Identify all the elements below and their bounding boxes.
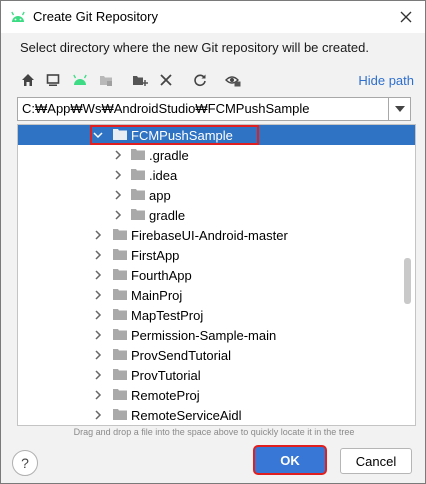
folder-icon: [113, 349, 127, 360]
tree-row[interactable]: .gradle: [18, 145, 415, 165]
drag-drop-hint: Drag and drop a file into the space abov…: [73, 427, 355, 437]
folder-icon: [113, 229, 127, 240]
module-icon: [100, 76, 112, 86]
ok-button[interactable]: OK: [255, 447, 325, 473]
tree-row[interactable]: ProvTutorial: [18, 365, 415, 385]
chevron-right-icon[interactable]: [92, 409, 104, 421]
tree-item-label: gradle: [149, 208, 186, 223]
tree-item-label: Permission-Sample-main: [131, 328, 277, 343]
folder-icon: [113, 269, 127, 280]
chevron-right-icon[interactable]: [92, 309, 104, 321]
chevron-right-icon[interactable]: [112, 169, 124, 181]
chevron-right-icon[interactable]: [112, 209, 124, 221]
folder-icon: [113, 309, 127, 320]
tree-row[interactable]: RemoteProj: [18, 385, 415, 405]
tree-item-label: RemoteProj: [131, 388, 200, 403]
tree-item-label: app: [149, 188, 171, 203]
folder-icon: [113, 289, 127, 300]
tree-item-label: FirstApp: [131, 248, 180, 263]
folder-icon: [131, 169, 145, 180]
tree-row-fcmpushsample[interactable]: FCMPushSample: [18, 125, 415, 145]
folder-icon: [131, 189, 145, 200]
chevron-right-icon[interactable]: [112, 189, 124, 201]
show-hidden-button[interactable]: [221, 67, 245, 93]
dialog-description: Select directory where the new Git repos…: [20, 40, 369, 55]
file-chooser-toolbar: Hide path: [14, 67, 414, 93]
android-icon: [11, 11, 25, 22]
show-hidden-icon: [225, 76, 241, 87]
create-git-repository-dialog: Create Git Repository Select directory w…: [0, 0, 426, 484]
new-folder-icon: [133, 76, 148, 86]
new-folder-button[interactable]: [128, 67, 152, 93]
refresh-icon: [194, 74, 206, 87]
tree-row[interactable]: .idea: [18, 165, 415, 185]
hide-path-link[interactable]: Hide path: [358, 73, 414, 88]
tree-item-label: .idea: [149, 168, 178, 183]
chevron-right-icon[interactable]: [92, 329, 104, 341]
folder-icon: [113, 329, 127, 340]
android-project-button[interactable]: [68, 67, 92, 93]
chevron-right-icon[interactable]: [112, 149, 124, 161]
folder-icon: [113, 249, 127, 260]
tree-row[interactable]: Permission-Sample-main: [18, 325, 415, 345]
window-title: Create Git Repository: [33, 9, 158, 24]
tree-row[interactable]: gradle: [18, 205, 415, 225]
chevron-right-icon[interactable]: [92, 349, 104, 361]
home-icon: [22, 74, 34, 86]
tree-row[interactable]: MapTestProj: [18, 305, 415, 325]
desktop-icon: [46, 74, 60, 86]
tree-row[interactable]: FourthApp: [18, 265, 415, 285]
chevron-right-icon[interactable]: [92, 249, 104, 261]
title-bar: Create Git Repository: [1, 1, 425, 33]
chevron-right-icon[interactable]: [92, 269, 104, 281]
chevron-right-icon[interactable]: [92, 229, 104, 241]
module-button[interactable]: [94, 67, 118, 93]
tree-item-label: .gradle: [149, 148, 189, 163]
directory-tree[interactable]: FCMPushSample .gradle .idea app gradle F…: [17, 124, 416, 426]
refresh-button[interactable]: [188, 67, 212, 93]
chevron-down-icon: [394, 106, 405, 112]
home-button[interactable]: [16, 67, 40, 93]
help-button[interactable]: ?: [12, 450, 38, 476]
path-field[interactable]: [17, 97, 389, 121]
tree-row[interactable]: FirebaseUI-Android-master: [18, 225, 415, 245]
close-icon: [400, 11, 412, 23]
chevron-right-icon[interactable]: [92, 289, 104, 301]
tree-item-label: MainProj: [131, 288, 183, 303]
folder-icon: [131, 149, 145, 160]
highlight-outline: [90, 125, 259, 145]
tree-scrollbar-thumb[interactable]: [404, 258, 411, 304]
delete-button[interactable]: [154, 67, 178, 93]
tree-item-label: MapTestProj: [131, 308, 204, 323]
tree-row[interactable]: MainProj: [18, 285, 415, 305]
tree-item-label: FourthApp: [131, 268, 192, 283]
delete-icon: [160, 74, 172, 86]
desktop-button[interactable]: [41, 67, 65, 93]
tree-item-label: FirebaseUI-Android-master: [131, 228, 288, 243]
tree-row[interactable]: RemoteServiceAidl: [18, 405, 415, 425]
folder-icon: [113, 369, 127, 380]
chevron-right-icon[interactable]: [92, 389, 104, 401]
chevron-right-icon[interactable]: [92, 369, 104, 381]
tree-item-label: RemoteServiceAidl: [131, 408, 242, 423]
folder-icon: [113, 389, 127, 400]
tree-row[interactable]: FirstApp: [18, 245, 415, 265]
path-history-dropdown[interactable]: [389, 97, 411, 121]
close-button[interactable]: [393, 5, 419, 29]
folder-icon: [113, 409, 127, 420]
tree-row[interactable]: ProvSendTutorial: [18, 345, 415, 365]
tree-item-label: ProvTutorial: [131, 368, 201, 383]
cancel-button[interactable]: Cancel: [340, 448, 412, 474]
android-project-icon: [73, 74, 87, 85]
path-input[interactable]: [18, 98, 386, 118]
tree-row[interactable]: app: [18, 185, 415, 205]
folder-icon: [131, 209, 145, 220]
tree-item-label: ProvSendTutorial: [131, 348, 231, 363]
